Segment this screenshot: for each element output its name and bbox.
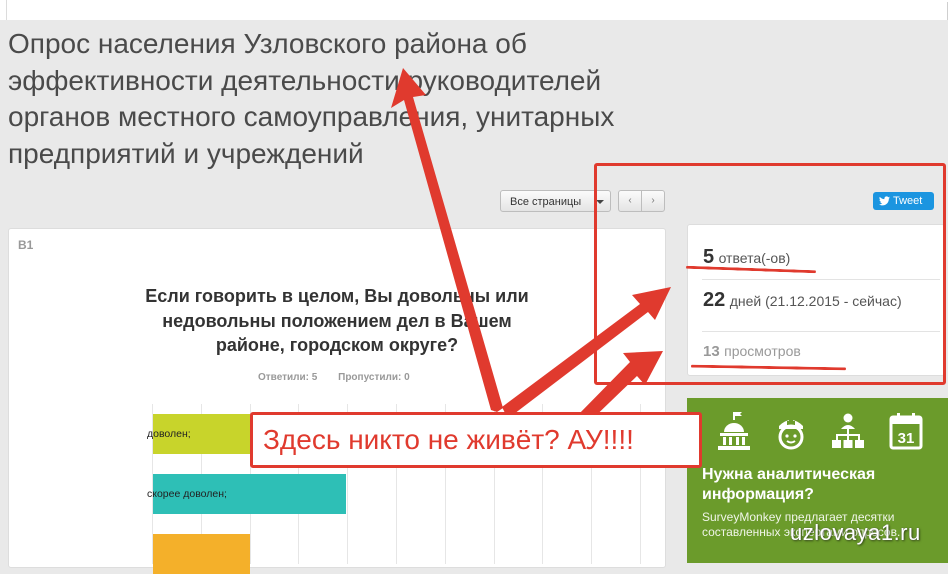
top-bar [0, 0, 948, 20]
capitol-icon [718, 412, 750, 450]
pages-dropdown-label: Все страницы [510, 196, 582, 208]
annotation-highlight-box [594, 163, 946, 385]
bar-label: скорее доволен; [147, 488, 227, 500]
question-text: Если говорить в целом, Вы довольны или н… [145, 286, 529, 355]
answer-stats: Ответили: 5 Пропустили: 0 [258, 372, 428, 383]
skipped-count: Пропустили: 0 [338, 372, 410, 383]
calendar-icon: 31 [889, 413, 923, 450]
annotation-callout: Здесь никто не живёт? АУ!!!! [250, 412, 702, 468]
site-watermark: uzlovaya1.ru [790, 520, 921, 545]
org-chart-icon [832, 413, 864, 448]
top-bar-divider [6, 0, 7, 20]
calendar-day: 31 [898, 430, 915, 447]
page-title: Опрос населения Узловского района об эфф… [8, 28, 615, 169]
question-number: В1 [18, 238, 34, 252]
promo-heading: Нужна аналитическая информация? [702, 466, 876, 503]
answered-count: Ответили: 5 [258, 372, 318, 383]
chart-bar [153, 534, 250, 574]
nurse-icon [778, 419, 804, 450]
bar-label: доволен; [147, 428, 191, 440]
